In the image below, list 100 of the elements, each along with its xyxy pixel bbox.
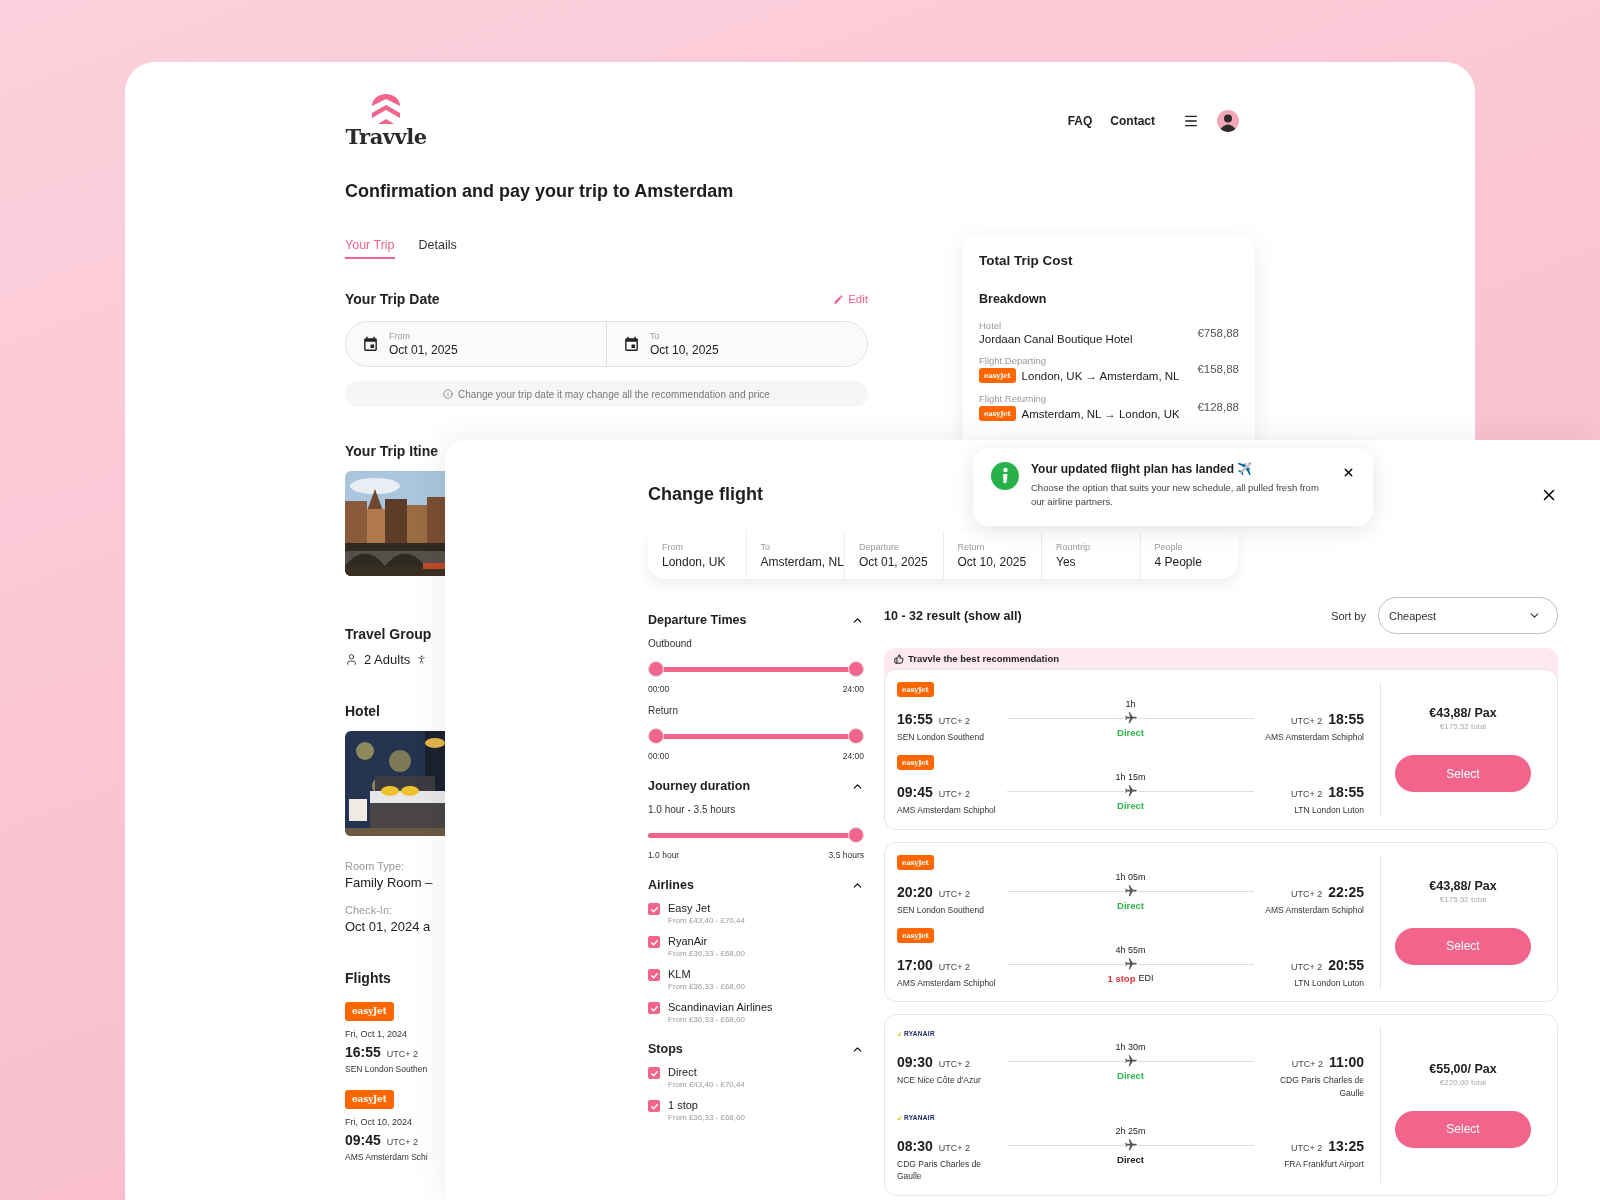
airport-name: SEN London Southend xyxy=(897,731,984,744)
departure-time: 09:30 xyxy=(897,1054,933,1071)
result-count: 10 - 32 result (show all) xyxy=(884,608,1022,623)
flight-route: London, UK → Amsterdam, NL xyxy=(1021,369,1180,382)
price-per-person: €43,88/ Pax xyxy=(1429,878,1497,893)
airport-name: SEN London Southen xyxy=(345,1064,428,1074)
slider-min-label: 00:00 xyxy=(648,684,670,694)
slider-min-label: 1.0 hour xyxy=(648,850,680,860)
cost-price: €128,88 xyxy=(1197,401,1239,413)
field-label: Rountrip xyxy=(1056,541,1092,552)
airline-logo: easyJet xyxy=(345,1090,394,1109)
option-label: 1 stop xyxy=(668,1099,699,1111)
field-value: Oct 01, 2025 xyxy=(859,554,929,569)
sort-label: Sort by xyxy=(1331,609,1366,622)
time-zone: UTC+ 2 xyxy=(938,961,971,972)
price-total: €175,52 total xyxy=(1439,894,1487,904)
section-title: Your Trip Itine xyxy=(345,443,439,459)
date-field[interactable]: From Oct 01, 2025 xyxy=(346,322,606,366)
stops-label: Direct xyxy=(1117,1070,1144,1082)
field-label: Departure xyxy=(859,541,901,552)
price-per-person: €55,00/ Pax xyxy=(1429,1061,1497,1076)
checkbox[interactable] xyxy=(648,1002,660,1014)
cost-label: Hotel xyxy=(979,320,1003,331)
date-field[interactable]: To Oct 10, 2025 xyxy=(606,322,867,366)
checkbox[interactable] xyxy=(648,1067,660,1079)
checkbox[interactable] xyxy=(648,936,660,948)
person-icon xyxy=(345,653,358,666)
departure-time: 16:55 xyxy=(897,711,933,727)
field-value: London, UK xyxy=(662,554,727,569)
flight-duration: 2h 25m xyxy=(1115,1125,1146,1136)
field-label: People xyxy=(1154,541,1184,552)
slider-thumb[interactable] xyxy=(849,729,863,743)
field-label: To xyxy=(650,331,661,341)
slider-label: Outbound xyxy=(648,638,693,649)
flight-route: Amsterdam, NL → London, UK xyxy=(1021,407,1180,420)
stops-label: Direct xyxy=(1117,1153,1144,1165)
group-adults: 2 Adults xyxy=(364,652,411,667)
option-label: KLM xyxy=(668,968,692,980)
time-zone: UTC+ 2 xyxy=(1290,961,1323,972)
flight-date: Fri, Oct 1, 2024 xyxy=(345,1029,408,1039)
nav-link[interactable]: FAQ xyxy=(1067,113,1093,128)
arrival-time: 18:55 xyxy=(1328,711,1364,727)
section-title: Flights xyxy=(345,970,391,986)
stops-label: Direct xyxy=(1117,727,1144,738)
airport-name: SEN London Southend xyxy=(897,903,984,916)
cost-label: Flight Departing xyxy=(979,355,1048,366)
slider-thumb[interactable] xyxy=(849,828,863,842)
time-zone: UTC+ 2 xyxy=(1290,888,1323,899)
time-zone: UTC+ 2 xyxy=(1290,789,1323,800)
option-label: RyanAir xyxy=(668,935,709,947)
price-per-person: €43,88/ Pax xyxy=(1429,706,1497,721)
checkbox[interactable] xyxy=(648,1100,660,1112)
thumbs-up-icon xyxy=(894,653,904,664)
stops-label: Direct xyxy=(1117,899,1144,911)
slider-min-label: 00:00 xyxy=(648,751,670,761)
nav-link[interactable]: Contact xyxy=(1110,113,1155,128)
time-zone: UTC+ 2 xyxy=(386,1049,419,1059)
filter-title: Stops xyxy=(648,1042,683,1056)
slider-thumb[interactable] xyxy=(649,729,663,743)
option-label: Scandinavian Airlines xyxy=(668,1001,773,1013)
field-label: From xyxy=(662,541,684,552)
arrival-time: 13:25 xyxy=(1328,1137,1364,1154)
flight-duration: 1h xyxy=(1125,699,1136,709)
price-total: €220,00 total xyxy=(1439,1077,1487,1087)
time-zone: UTC+ 2 xyxy=(938,716,971,726)
departure-time: 09:45 xyxy=(897,784,933,801)
airport-name: AMS Amsterdam Schiphol xyxy=(897,976,996,990)
field-value: Oct 10, 2025 xyxy=(650,343,719,357)
card-subtitle: Breakdown xyxy=(979,292,1048,306)
checkbox[interactable] xyxy=(648,903,660,915)
avatar[interactable] xyxy=(1217,109,1239,132)
airport-name: AMS Amsterdam Schi xyxy=(345,1152,428,1162)
slider-thumb[interactable] xyxy=(849,662,863,676)
cost-price: €158,88 xyxy=(1197,363,1239,375)
detail-value: Oct 01, 2024 a xyxy=(345,919,431,934)
recommendation-label: Travvle the best recommendation xyxy=(908,653,1059,664)
airport-name: LTN London Luton xyxy=(1294,976,1364,990)
slider-thumb[interactable] xyxy=(649,662,663,676)
card-title: Total Trip Cost xyxy=(979,253,1074,268)
field-label: From xyxy=(389,331,411,341)
cost-price: €758,88 xyxy=(1197,326,1239,339)
airport-name: FRA Frankfurt Airport xyxy=(1284,1157,1364,1171)
close-button[interactable] xyxy=(1342,466,1355,479)
field-value: Oct 10, 2025 xyxy=(957,554,1028,569)
field-value: Yes xyxy=(1056,554,1077,569)
child-icon xyxy=(416,654,428,665)
section-title: Travel Group xyxy=(345,626,432,642)
arrival-time: 22:25 xyxy=(1328,883,1364,900)
slider-label: Return xyxy=(648,705,679,716)
tab[interactable]: Details xyxy=(418,238,457,259)
price-range: From £36,33 - £68,00 xyxy=(668,1113,745,1122)
detail-label: Room Type: xyxy=(345,860,405,872)
sort-select[interactable]: Cheapest xyxy=(1378,597,1558,634)
price-range: From £36,33 - £68,00 xyxy=(668,1015,746,1024)
checkbox[interactable] xyxy=(648,969,660,981)
stops-label: Direct xyxy=(1117,800,1144,812)
logo-icon xyxy=(370,94,402,126)
price-total: €175,52 total xyxy=(1439,722,1487,732)
detail-value: Family Room – xyxy=(345,875,433,890)
option-label: Direct xyxy=(668,1066,698,1078)
